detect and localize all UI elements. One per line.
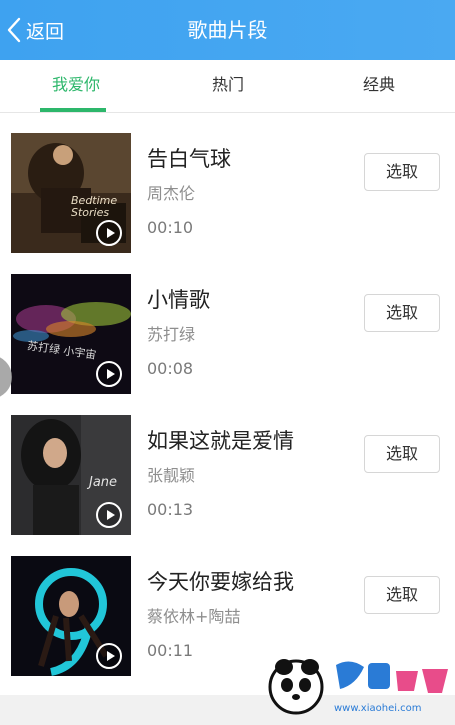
tab-hot[interactable]: 热门 <box>152 60 304 112</box>
song-artist: 张靓颖 <box>147 466 196 485</box>
play-icon[interactable] <box>96 361 122 387</box>
active-tab-indicator <box>40 108 106 112</box>
watermark-url: www.xiaohei.com <box>334 703 422 714</box>
select-button[interactable]: 选取 <box>364 294 440 332</box>
album-cover <box>11 556 131 676</box>
song-title: 告白气球 <box>147 147 231 171</box>
list-item: Bedtime Stories 告白气球 周杰伦 00:10 选取 <box>0 113 455 254</box>
play-icon[interactable] <box>96 502 122 528</box>
song-artist: 蔡依林+陶喆 <box>147 607 241 626</box>
chevron-left-icon <box>7 17 21 43</box>
list-item: Jane 如果这就是爱情 张靓颖 00:13 选取 <box>0 395 455 536</box>
back-label: 返回 <box>26 20 65 43</box>
tab-classic[interactable]: 经典 <box>303 60 455 112</box>
song-title: 小情歌 <box>147 288 210 312</box>
select-button[interactable]: 选取 <box>364 435 440 473</box>
back-button[interactable]: 返回 <box>6 0 64 60</box>
album-cover: Jane <box>11 415 131 535</box>
site-watermark: www.xiaohei.com <box>258 651 455 721</box>
song-list: Bedtime Stories 告白气球 周杰伦 00:10 选取 苏打绿 小宇… <box>0 113 455 695</box>
tab-i-love-you[interactable]: 我爱你 <box>0 60 152 112</box>
song-artist: 苏打绿 <box>147 325 196 344</box>
app-header: 返回 歌曲片段 <box>0 0 455 60</box>
album-cover: Bedtime Stories <box>11 133 131 253</box>
select-button[interactable]: 选取 <box>364 153 440 191</box>
play-icon[interactable] <box>96 643 122 669</box>
album-cover: 苏打绿 小宇宙 <box>11 274 131 394</box>
song-artist: 周杰伦 <box>147 184 196 203</box>
song-duration: 00:13 <box>147 500 194 519</box>
song-duration: 00:10 <box>147 218 194 237</box>
page-title: 歌曲片段 <box>187 18 268 42</box>
list-item: 苏打绿 小宇宙 小情歌 苏打绿 00:08 选取 <box>0 254 455 395</box>
song-duration: 00:11 <box>147 641 194 660</box>
song-duration: 00:08 <box>147 359 194 378</box>
tab-bar: 我爱你 热门 经典 <box>0 60 455 113</box>
album-cover-text: Jane <box>89 475 118 490</box>
album-cover-text: Bedtime Stories <box>71 194 118 219</box>
song-title: 今天你要嫁给我 <box>147 570 294 594</box>
song-title: 如果这就是爱情 <box>147 429 294 453</box>
select-button[interactable]: 选取 <box>364 576 440 614</box>
play-icon[interactable] <box>96 220 122 246</box>
